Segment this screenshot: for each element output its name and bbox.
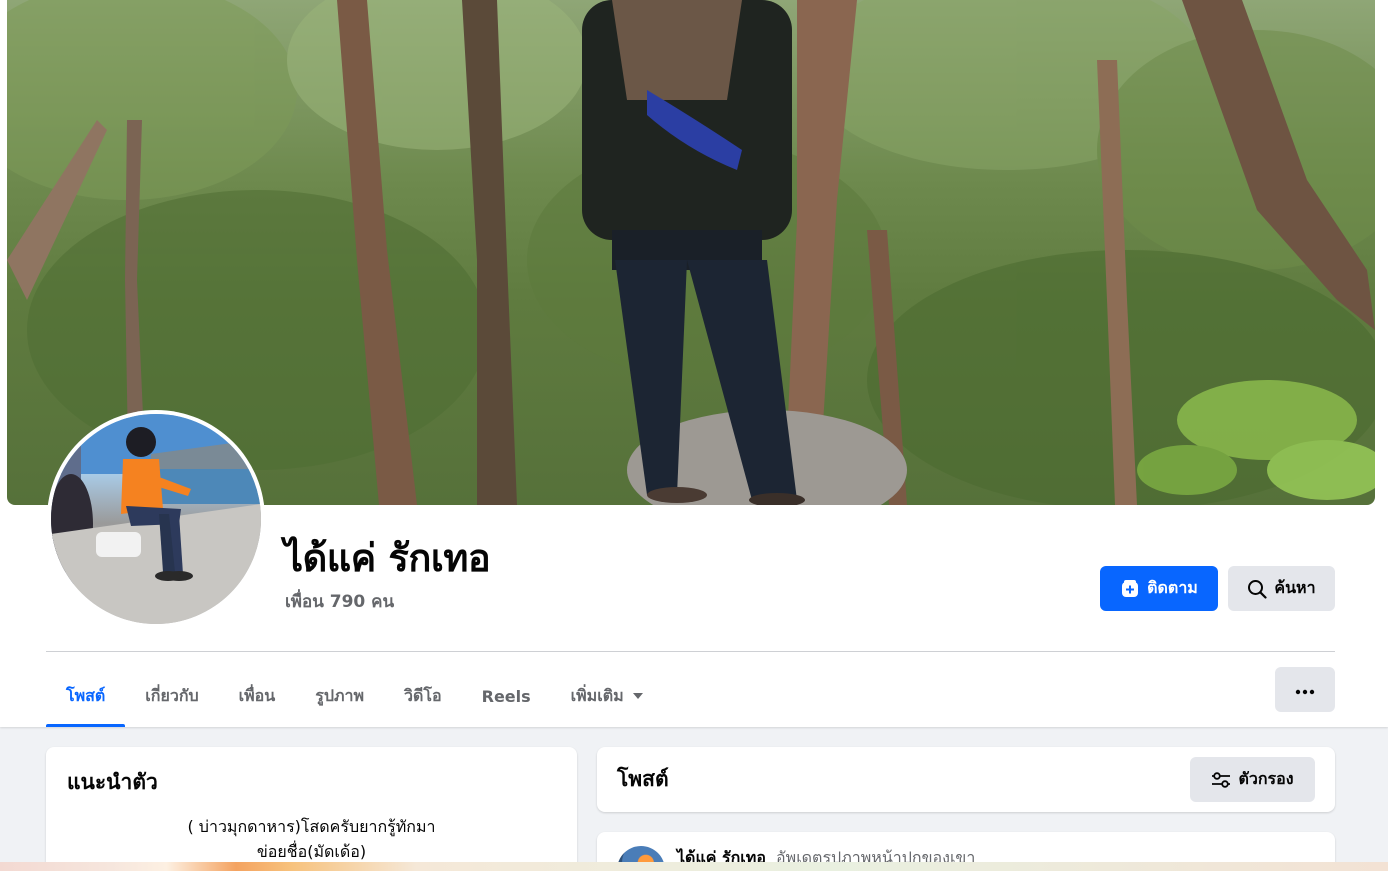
tab-videos-label: วิดีโอ — [404, 685, 442, 705]
tab-reels[interactable]: Reels — [462, 665, 551, 727]
tab-friends[interactable]: เพื่อน — [219, 665, 296, 727]
tab-more[interactable]: เพิ่มเติม — [551, 665, 664, 727]
tab-posts[interactable]: โพสต์ — [46, 665, 126, 727]
friend-count[interactable]: เพื่อน 790 คน — [285, 588, 394, 615]
profile-header: ได้แค่ รักเทอ เพื่อน 790 คน ติดตาม ค้นหา… — [0, 0, 1388, 727]
tab-photos[interactable]: รูปภาพ — [295, 665, 384, 727]
intro-bio: ( บ่าวมุกดาหาร)โสดครับยากรู้ทักมา ข่อยชื… — [46, 814, 577, 864]
filter-button-label: ตัวกรอง — [1238, 769, 1294, 788]
tab-reels-label: Reels — [481, 686, 531, 706]
more-dots-icon — [1295, 680, 1315, 699]
follow-plus-icon — [1120, 579, 1140, 599]
tab-posts-label: โพสต์ — [66, 685, 106, 705]
posts-title: โพสต์ — [617, 767, 669, 791]
tab-videos[interactable]: วิดีโอ — [384, 665, 462, 727]
intro-bio-line: ( บ่าวมุกดาหาร)โสดครับยากรู้ทักมา — [187, 817, 436, 836]
tab-about-label: เกี่ยวกับ — [145, 685, 199, 705]
intro-card: แนะนำตัว ( บ่าวมุกดาหาร)โสดครับยากรู้ทัก… — [46, 747, 577, 871]
search-button[interactable]: ค้นหา — [1228, 566, 1335, 611]
chevron-down-icon — [632, 692, 644, 700]
search-icon — [1247, 579, 1268, 599]
tab-more-label: เพิ่มเติม — [570, 685, 624, 705]
more-options-button[interactable] — [1275, 667, 1335, 712]
intro-bio-line: ข่อยชื่อ(มัดเด้อ) — [256, 842, 367, 861]
profile-picture — [51, 414, 261, 624]
profile-avatar[interactable] — [47, 410, 265, 628]
filter-sliders-icon — [1211, 771, 1231, 789]
tab-photos-label: รูปภาพ — [315, 685, 365, 705]
filter-button[interactable]: ตัวกรอง — [1190, 757, 1315, 802]
follow-button-label: ติดตาม — [1147, 578, 1198, 597]
header-divider — [46, 651, 1335, 652]
follow-button[interactable]: ติดตาม — [1100, 566, 1218, 611]
search-button-label: ค้นหา — [1274, 578, 1316, 597]
posts-header-card: โพสต์ ตัวกรอง — [597, 747, 1335, 812]
profile-name: ได้แค่ รักเทอ — [284, 536, 491, 580]
profile-tabs: โพสต์ เกี่ยวกับ เพื่อน รูปภาพ วิดีโอ Ree… — [46, 665, 664, 727]
intro-title: แนะนำตัว — [67, 770, 158, 794]
tab-friends-label: เพื่อน — [238, 685, 276, 705]
desktop-taskbar-edge — [0, 862, 1388, 871]
tab-about[interactable]: เกี่ยวกับ — [125, 665, 218, 727]
